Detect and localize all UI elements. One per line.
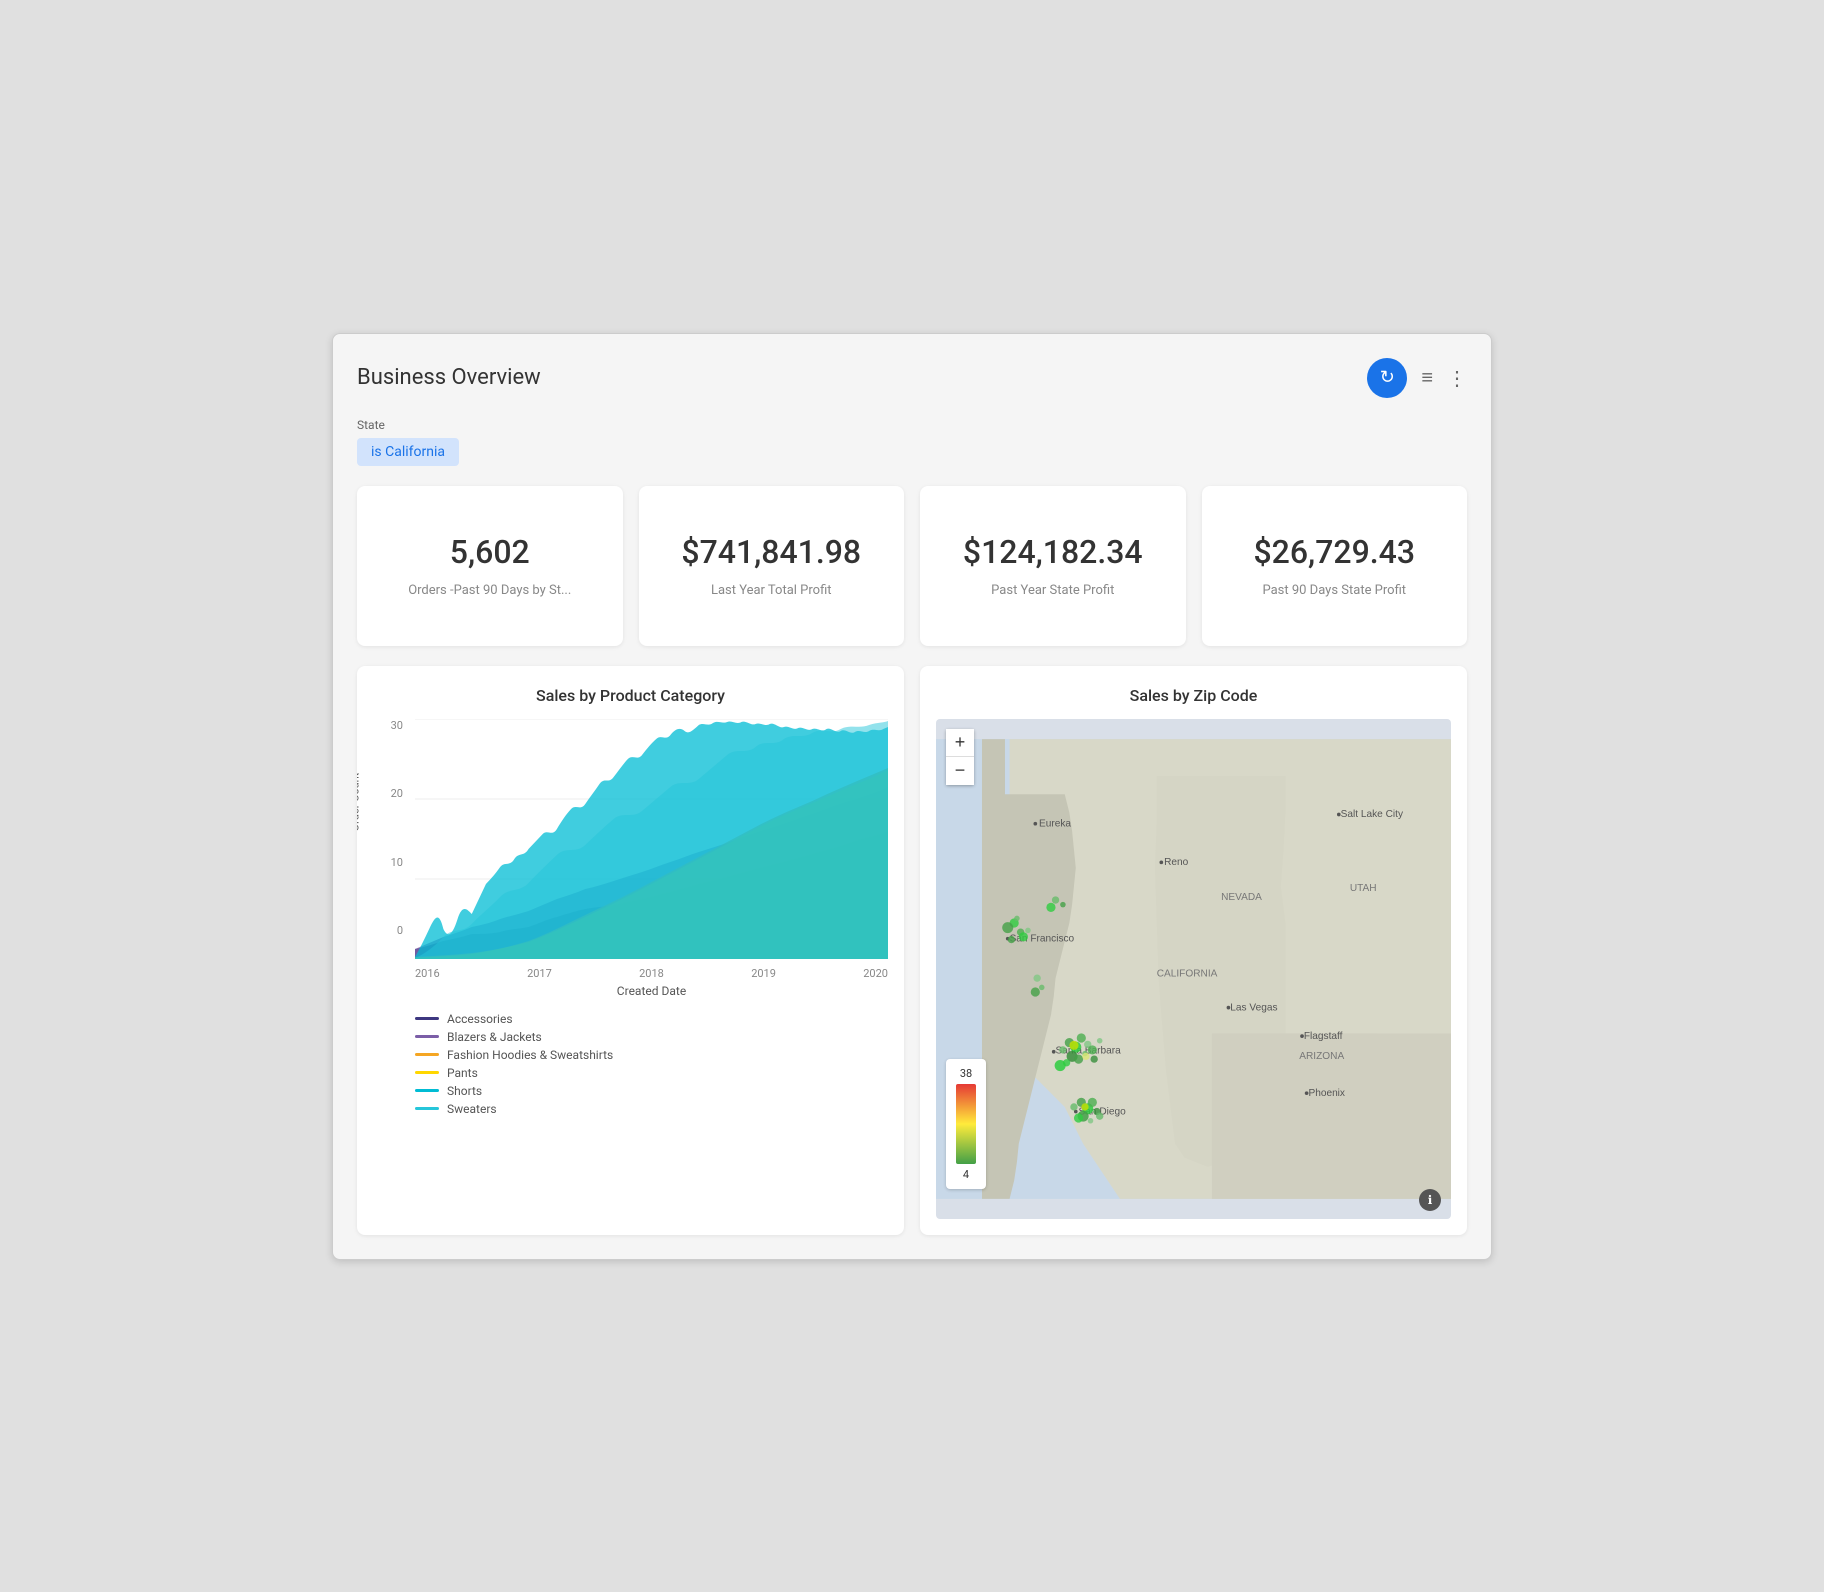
svg-text:ARIZONA: ARIZONA — [1299, 1051, 1344, 1062]
metric-card-orders: 5,602 Orders -Past 90 Days by St... — [357, 486, 623, 646]
legend-item-accessories: Accessories — [415, 1012, 888, 1026]
metric-card-past-year-state-profit: $124,182.34 Past Year State Profit — [920, 486, 1186, 646]
legend-label-pants: Pants — [447, 1066, 478, 1080]
header: Business Overview ↻ ≡ ⋮ — [357, 358, 1467, 398]
map-legend-gradient — [956, 1084, 976, 1164]
legend-label-hoodies: Fashion Hoodies & Sweatshirts — [447, 1048, 613, 1062]
legend-label-shorts: Shorts — [447, 1084, 482, 1098]
filter-chip[interactable]: is California — [357, 438, 459, 466]
metric-label-orders: Orders -Past 90 Days by St... — [408, 583, 571, 598]
y-axis: 30 20 10 0 — [373, 719, 409, 938]
sales-by-zip-card: Sales by Zip Code — [920, 666, 1467, 1235]
chart-area — [415, 719, 888, 963]
legend-item-shorts: Shorts — [415, 1084, 888, 1098]
legend-color-pants — [415, 1071, 439, 1074]
metric-value-90-day-profit: $26,729.43 — [1253, 533, 1415, 571]
svg-text:Flagstaff: Flagstaff — [1304, 1030, 1343, 1041]
map-svg: Eureka Reno NEVADA Salt Lake City UTAH S… — [936, 719, 1451, 1219]
map-legend: 38 4 — [946, 1059, 986, 1189]
filter-icon[interactable]: ≡ — [1421, 365, 1433, 390]
svg-text:UTAH: UTAH — [1350, 882, 1377, 893]
svg-text:Reno: Reno — [1164, 857, 1189, 868]
zoom-in-button[interactable]: + — [946, 729, 974, 757]
map-legend-labels: 38 — [956, 1067, 976, 1080]
svg-text:CALIFORNIA: CALIFORNIA — [1157, 968, 1218, 979]
legend-color-hoodies — [415, 1053, 439, 1056]
x-axis: 2016 2017 2018 2019 2020 — [415, 967, 888, 980]
svg-text:NEVADA: NEVADA — [1221, 892, 1262, 903]
legend-color-sweaters — [415, 1107, 439, 1110]
metric-label-90-day-profit: Past 90 Days State Profit — [1262, 583, 1406, 598]
svg-text:Salt Lake City: Salt Lake City — [1341, 809, 1404, 820]
metric-card-last-year-profit: $741,841.98 Last Year Total Profit — [639, 486, 905, 646]
sales-by-category-card: Sales by Product Category 30 20 10 0 Ord… — [357, 666, 904, 1235]
y-axis-label: Order Count — [357, 819, 362, 831]
legend-item-pants: Pants — [415, 1066, 888, 1080]
dashboard: Business Overview ↻ ≡ ⋮ State is Califor… — [332, 333, 1492, 1260]
area-chart-wrapper: 30 20 10 0 Order Count — [373, 719, 888, 1116]
zoom-out-button[interactable]: − — [946, 757, 974, 785]
legend-label-sweaters: Sweaters — [447, 1102, 497, 1116]
legend-item-sweaters: Sweaters — [415, 1102, 888, 1116]
header-actions: ↻ ≡ ⋮ — [1367, 358, 1467, 398]
sales-by-zip-title: Sales by Zip Code — [936, 686, 1451, 705]
map-legend-min-label: 4 — [956, 1168, 976, 1181]
page-title: Business Overview — [357, 365, 541, 390]
svg-text:Eureka: Eureka — [1039, 818, 1071, 829]
legend-item-hoodies: Fashion Hoodies & Sweatshirts — [415, 1048, 888, 1062]
metric-value-last-year-profit: $741,841.98 — [681, 533, 861, 571]
map-zoom-controls: + − — [946, 729, 974, 785]
metric-card-90-day-profit: $26,729.43 Past 90 Days State Profit — [1202, 486, 1468, 646]
x-axis-label: Created Date — [415, 984, 888, 998]
more-icon[interactable]: ⋮ — [1447, 366, 1467, 390]
legend-color-shorts — [415, 1089, 439, 1092]
metrics-row: 5,602 Orders -Past 90 Days by St... $741… — [357, 486, 1467, 646]
refresh-button[interactable]: ↻ — [1367, 358, 1407, 398]
metric-label-past-year-state-profit: Past Year State Profit — [991, 583, 1114, 598]
legend-color-accessories — [415, 1017, 439, 1020]
map-info-button[interactable]: ℹ — [1419, 1189, 1441, 1211]
filter-label: State — [357, 418, 1467, 432]
legend-color-blazers — [415, 1035, 439, 1038]
legend-min: 4 — [963, 1168, 969, 1181]
charts-row: Sales by Product Category 30 20 10 0 Ord… — [357, 666, 1467, 1235]
metric-value-past-year-state-profit: $124,182.34 — [963, 533, 1143, 571]
metric-value-orders: 5,602 — [450, 533, 530, 571]
legend-label-accessories: Accessories — [447, 1012, 513, 1026]
legend-item-blazers: Blazers & Jackets — [415, 1030, 888, 1044]
sales-by-category-title: Sales by Product Category — [373, 686, 888, 705]
map-container[interactable]: Eureka Reno NEVADA Salt Lake City UTAH S… — [936, 719, 1451, 1219]
chart-legend: Accessories Blazers & Jackets Fashion Ho… — [415, 1012, 888, 1116]
legend-max: 38 — [960, 1067, 972, 1080]
svg-text:Phoenix: Phoenix — [1308, 1087, 1345, 1098]
area-chart-svg — [415, 719, 888, 959]
svg-text:Las Vegas: Las Vegas — [1230, 1002, 1277, 1013]
metric-label-last-year-profit: Last Year Total Profit — [711, 583, 832, 598]
legend-label-blazers: Blazers & Jackets — [447, 1030, 542, 1044]
filter-section: State is California — [357, 418, 1467, 466]
